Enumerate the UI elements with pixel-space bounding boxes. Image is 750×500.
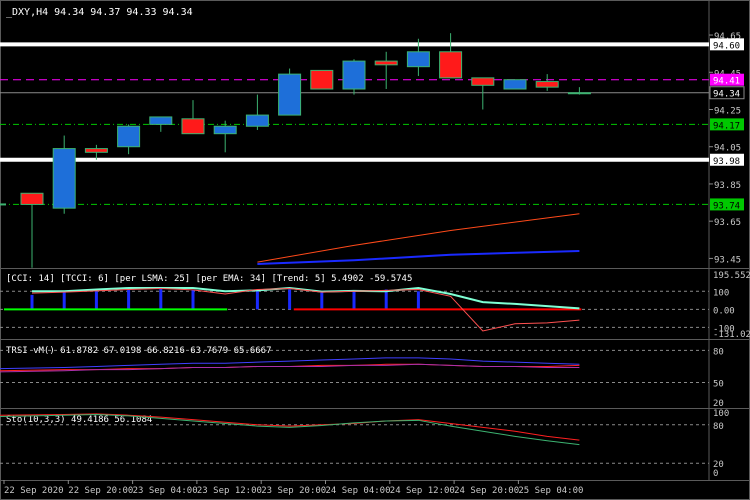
price-tick-label: 94.25 [714, 106, 741, 116]
candle-body [471, 77, 495, 86]
time-tick-label: 22 Sep 2020 [4, 486, 64, 496]
candle-body [245, 114, 269, 127]
time-tick-label: 23 Sep 12:00 [197, 486, 262, 496]
cci-tick-label: -131.026 [713, 330, 750, 340]
trsi-tick-label: 20 [713, 399, 724, 409]
candle-body [439, 51, 463, 79]
trsi-series-line [0, 357, 580, 370]
cci-tick-label: 100 [713, 288, 729, 298]
trsi-pane-title: TRSI vM() 61.8782 67.0198 66.8216 63.767… [6, 346, 272, 356]
time-tick-label: 24 Sep 12:00 [390, 486, 455, 496]
time-tick-label: 23 Sep 20:00 [261, 486, 326, 496]
trsi-tick-label: 50 [713, 380, 724, 390]
price-tick-label: 94.05 [714, 144, 741, 154]
candle-body [84, 148, 108, 153]
price-tick-label: 93.65 [714, 218, 741, 228]
cci-tick-label: 195.5526 [713, 271, 750, 281]
candle-body [213, 125, 237, 135]
cci-tick-label: 0.00 [713, 306, 735, 316]
sto-tick-label: 0 [713, 469, 718, 479]
moving-average-line [257, 213, 580, 263]
time-tick-label: 22 Sep 20:00 [68, 486, 133, 496]
time-tick-label: 23 Sep 04:00 [133, 486, 198, 496]
main-pane-title: _DXY,H4 94.34 94.37 94.33 94.34 [6, 7, 193, 18]
price-level-label: 93.74 [713, 201, 740, 211]
price-level-label: 94.41 [713, 77, 740, 87]
trsi-tick-label: 80 [713, 347, 724, 357]
candle-body [52, 148, 76, 209]
sto-pane-title: Sto(10,3,3) 49.4186 56.1084 [6, 415, 152, 425]
candle-body [0, 203, 6, 206]
candle-body [181, 118, 205, 135]
sto-tick-label: 80 [713, 422, 724, 432]
cci-pane-title: [CCI: 14] [TCCI: 6] [per LSMA: 25] [per … [6, 274, 412, 284]
time-tick-label: 25 Sep 04:00 [518, 486, 583, 496]
price-level-label: 94.60 [713, 41, 740, 51]
candle-body [20, 192, 44, 205]
trading-chart: _DXY,H4 94.34 94.37 94.33 94.34 [CCI: 14… [0, 0, 750, 500]
candle-body [535, 81, 559, 88]
candle-body [117, 125, 141, 148]
candle-body [310, 69, 334, 90]
price-tick-label: 93.45 [714, 255, 741, 265]
time-tick-label: 24 Sep 04:00 [326, 486, 391, 496]
candle-body [149, 116, 173, 125]
price-level-label: 94.34 [713, 90, 740, 100]
price-level-label: 93.98 [713, 157, 740, 167]
candle-body [342, 60, 366, 90]
candle-body [278, 73, 302, 116]
candle-body [374, 60, 398, 66]
moving-average-line [257, 249, 580, 265]
candle-body [567, 92, 591, 95]
candle-body [503, 79, 527, 90]
price-level-label: 94.17 [713, 121, 740, 131]
trsi-series-line [0, 363, 580, 373]
price-tick-label: 93.85 [714, 181, 741, 191]
sto-tick-label: 100 [713, 409, 729, 419]
time-tick-label: 24 Sep 20:00 [454, 486, 519, 496]
candle-body [406, 51, 430, 68]
chart-window: _DXY,H4 94.34 94.37 94.33 94.34 [CCI: 14… [0, 0, 750, 500]
